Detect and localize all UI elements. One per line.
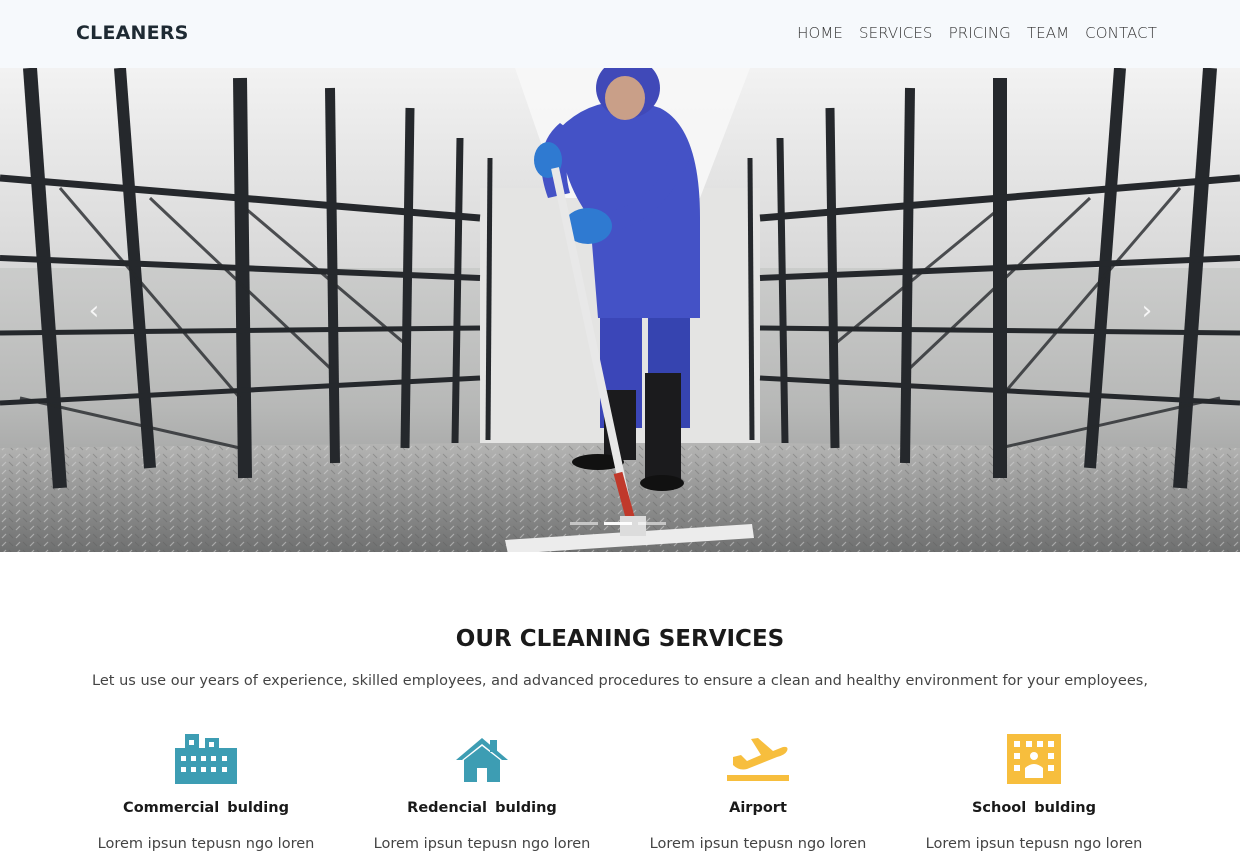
service-label: Commercial bulding (123, 800, 289, 816)
school-icon (904, 732, 1164, 786)
service-description: Lorem ipsun tepusn ngo loren (97, 836, 315, 852)
nav-services-link[interactable]: SERVICES (859, 24, 933, 42)
hero-image-warehouse-cleaner (0, 68, 1240, 552)
home-icon (352, 732, 612, 786)
service-card-residential: Redencial bulding Lorem ipsun tepusn ngo… (352, 732, 612, 852)
carousel-prev-arrow[interactable]: ‹ (84, 296, 104, 326)
nav-pricing-link[interactable]: PRICING (949, 24, 1011, 42)
nav-team-link[interactable]: TEAM (1027, 24, 1069, 42)
main-nav: HOME SERVICES PRICING TEAM CONTACT (797, 24, 1157, 42)
building-icon (76, 732, 336, 786)
top-navbar: CLEANERS HOME SERVICES PRICING TEAM CONT… (0, 0, 1240, 68)
service-label: School bulding (971, 800, 1097, 816)
service-description: Lorem ipsun tepusn ngo loren (925, 836, 1143, 852)
service-card-airport: Airport Lorem ipsun tepusn ngo loren (628, 732, 888, 852)
carousel-indicator-active[interactable] (604, 522, 632, 525)
services-section-title: OUR CLEANING SERVICES (455, 626, 785, 652)
nav-home-link[interactable]: HOME (797, 24, 843, 42)
carousel-next-arrow[interactable]: › (1137, 296, 1157, 326)
carousel-indicator[interactable] (570, 522, 598, 525)
brand-logo[interactable]: CLEANERS (76, 22, 189, 44)
hero-carousel: ‹ › (0, 68, 1240, 552)
services-section-subtitle: Let us use our years of experience, skil… (92, 673, 1148, 689)
nav-contact-link[interactable]: CONTACT (1085, 24, 1157, 42)
service-card-commercial: Commercial bulding Lorem ipsun tepusn ng… (76, 732, 336, 852)
airplane-icon (628, 732, 888, 786)
service-label: Airport (729, 800, 787, 816)
carousel-indicators (570, 522, 666, 525)
service-description: Lorem ipsun tepusn ngo loren (649, 836, 867, 852)
service-label: Redencial bulding (407, 800, 557, 816)
service-description: Lorem ipsun tepusn ngo loren (373, 836, 591, 852)
service-card-school: School bulding Lorem ipsun tepusn ngo lo… (904, 732, 1164, 852)
carousel-indicator[interactable] (638, 522, 666, 525)
